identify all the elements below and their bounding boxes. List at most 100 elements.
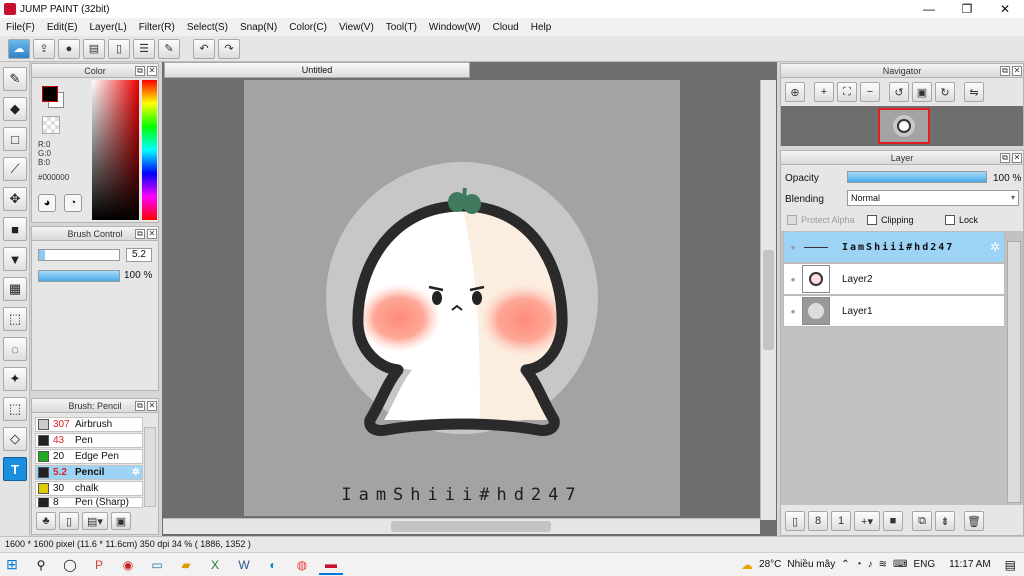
undo-icon[interactable]: ↶ (193, 38, 215, 59)
new-layer-icon[interactable]: ▯ (785, 511, 805, 531)
lock-option[interactable]: Lock (945, 215, 978, 225)
brush-settings-icon[interactable]: ✲ (132, 467, 140, 478)
text-tool-icon[interactable]: T (3, 457, 27, 481)
visibility-icon[interactable]: ● (784, 275, 802, 284)
search-icon[interactable]: ⚲ (29, 555, 53, 575)
lock-checkbox[interactable] (945, 215, 955, 225)
clipping-checkbox[interactable] (867, 215, 877, 225)
speaker-icon[interactable]: ♪ (868, 559, 873, 570)
menu-color[interactable]: Color(C) (283, 22, 333, 33)
canvas-vertical-scrollbar[interactable] (760, 80, 776, 520)
brush-size-value[interactable]: 5.2 (126, 248, 152, 262)
brush-tool-icon[interactable]: ✎ (3, 67, 27, 91)
layer-opacity-slider[interactable] (847, 171, 987, 183)
redo-icon[interactable]: ↷ (218, 38, 240, 59)
duplicate-layer-icon[interactable]: ⧉ (912, 511, 932, 531)
new-folder-icon[interactable]: ■ (883, 511, 903, 531)
bucket-tool-icon[interactable]: ▼ (3, 247, 27, 271)
undock-icon[interactable]: ⧉ (135, 229, 145, 239)
menu-select[interactable]: Select(S) (181, 22, 234, 33)
magic-wand-tool-icon[interactable]: ✦ (3, 367, 27, 391)
maximize-button[interactable]: ❐ (948, 0, 986, 18)
lasso-tool-icon[interactable]: ◌ (3, 337, 27, 361)
powerpoint-icon[interactable]: P (87, 555, 111, 575)
gradient-tool-icon[interactable]: ▦ (3, 277, 27, 301)
layer-settings-icon[interactable]: ✲ (990, 240, 1000, 254)
clock[interactable]: 11:17 AM (949, 559, 991, 570)
task-view-icon[interactable]: ◯ (58, 555, 82, 575)
horizontal-scroll-thumb[interactable] (391, 521, 551, 532)
wifi-icon[interactable]: ≋ (879, 559, 887, 570)
export-icon[interactable]: ⇪ (33, 38, 55, 59)
select-eraser-tool-icon[interactable]: ◇ (3, 427, 27, 451)
protect-alpha-checkbox[interactable] (787, 215, 797, 225)
flip-icon[interactable]: ⇋ (964, 82, 984, 102)
edge-icon[interactable]: ◐ (261, 555, 285, 575)
chat-icon[interactable]: ● (58, 38, 80, 59)
line-tool-icon[interactable]: ⟋ (3, 157, 27, 181)
saturation-value-picker[interactable] (92, 80, 139, 220)
menu-help[interactable]: Help (525, 22, 558, 33)
select-rect-tool-icon[interactable]: ⬚ (3, 307, 27, 331)
keyboard-icon[interactable]: ⌨ (893, 559, 907, 570)
jump-paint-taskbar-icon[interactable]: ▬ (319, 555, 343, 575)
panel-close-icon[interactable]: ✕ (1012, 153, 1022, 163)
rotate-right-icon[interactable]: ↻ (935, 82, 955, 102)
menu-file[interactable]: File(F) (0, 22, 41, 33)
panel-close-icon[interactable]: ✕ (147, 229, 157, 239)
minimize-button[interactable]: — (910, 0, 948, 18)
file-explorer-icon[interactable]: ▰ (174, 555, 198, 575)
chevron-up-icon[interactable]: ⌃ (841, 559, 849, 570)
layer-row-layer2[interactable]: ● Layer2 (783, 263, 1005, 295)
layer-menu-icon[interactable]: +▾ (854, 511, 880, 531)
document-tab[interactable]: Untitled (164, 62, 470, 78)
menu-cloud[interactable]: Cloud (487, 22, 525, 33)
zoom-out-icon[interactable]: − (860, 82, 880, 102)
select-pen-tool-icon[interactable]: ⬚ (3, 397, 27, 421)
brush-item-airbrush[interactable]: 307 Airbrush (35, 417, 143, 432)
clipping-option[interactable]: Clipping (867, 215, 914, 225)
menu-snap[interactable]: Snap(N) (234, 22, 283, 33)
brush-copy-icon[interactable]: ▣ (111, 512, 131, 530)
menu-window[interactable]: Window(W) (423, 22, 487, 33)
layer-row-layer1[interactable]: ● Layer1 (783, 295, 1005, 327)
weather-text[interactable]: Nhiều mây (787, 559, 835, 570)
close-button[interactable]: ✕ (986, 0, 1024, 18)
foreground-color-swatch[interactable] (42, 86, 58, 102)
zoom-fit-icon[interactable]: ⊕ (785, 82, 805, 102)
undock-icon[interactable]: ⧉ (1000, 66, 1010, 76)
menu-edit[interactable]: Edit(E) (41, 22, 84, 33)
vertical-scroll-thumb[interactable] (763, 250, 774, 350)
brush-menu-icon[interactable]: ▤▾ (82, 512, 108, 530)
fit-window-icon[interactable]: ▣ (912, 82, 932, 102)
notification-icon[interactable]: ▤ (1005, 558, 1016, 572)
cloud-icon[interactable]: ☁ (8, 38, 30, 59)
navigator-preview[interactable] (878, 108, 930, 144)
brush-item-pen-sharp[interactable]: 8 Pen (Sharp) (35, 497, 143, 508)
brush-item-pen[interactable]: 43 Pen (35, 433, 143, 448)
input-language[interactable]: ENG (913, 559, 935, 570)
document-icon[interactable]: ▯ (108, 38, 130, 59)
blending-select[interactable]: Normal ▾ (847, 190, 1019, 206)
move-tool-icon[interactable]: ✥ (3, 187, 27, 211)
menu-tool[interactable]: Tool(T) (380, 22, 423, 33)
undock-icon[interactable]: ⧉ (135, 66, 145, 76)
drawing-canvas[interactable]: IamShiii#hd247 (244, 80, 680, 516)
rotate-left-icon[interactable]: ↺ (889, 82, 909, 102)
menu-filter[interactable]: Filter(R) (133, 22, 181, 33)
brush-item-edge-pen[interactable]: 20 Edge Pen (35, 449, 143, 464)
transparent-color-icon[interactable] (42, 116, 60, 134)
panel-close-icon[interactable]: ✕ (147, 66, 157, 76)
brush-item-pencil[interactable]: 5.2 Pencil ✲ (35, 465, 143, 480)
protect-alpha-option[interactable]: Protect Alpha (787, 215, 855, 225)
undock-icon[interactable]: ⧉ (1000, 153, 1010, 163)
new-layer-8bit-icon[interactable]: 8 (808, 511, 828, 531)
zoom-full-icon[interactable]: ⛶ (837, 82, 857, 102)
comment-icon[interactable]: ▤ (83, 38, 105, 59)
chrome-icon[interactable]: ◍ (290, 555, 314, 575)
fill-rect-tool-icon[interactable]: ■ (3, 217, 27, 241)
hue-slider[interactable] (142, 80, 157, 220)
brush-list-scrollbar[interactable] (144, 427, 156, 507)
brush-opacity-slider[interactable] (38, 270, 120, 282)
menu-view[interactable]: View(V) (333, 22, 380, 33)
